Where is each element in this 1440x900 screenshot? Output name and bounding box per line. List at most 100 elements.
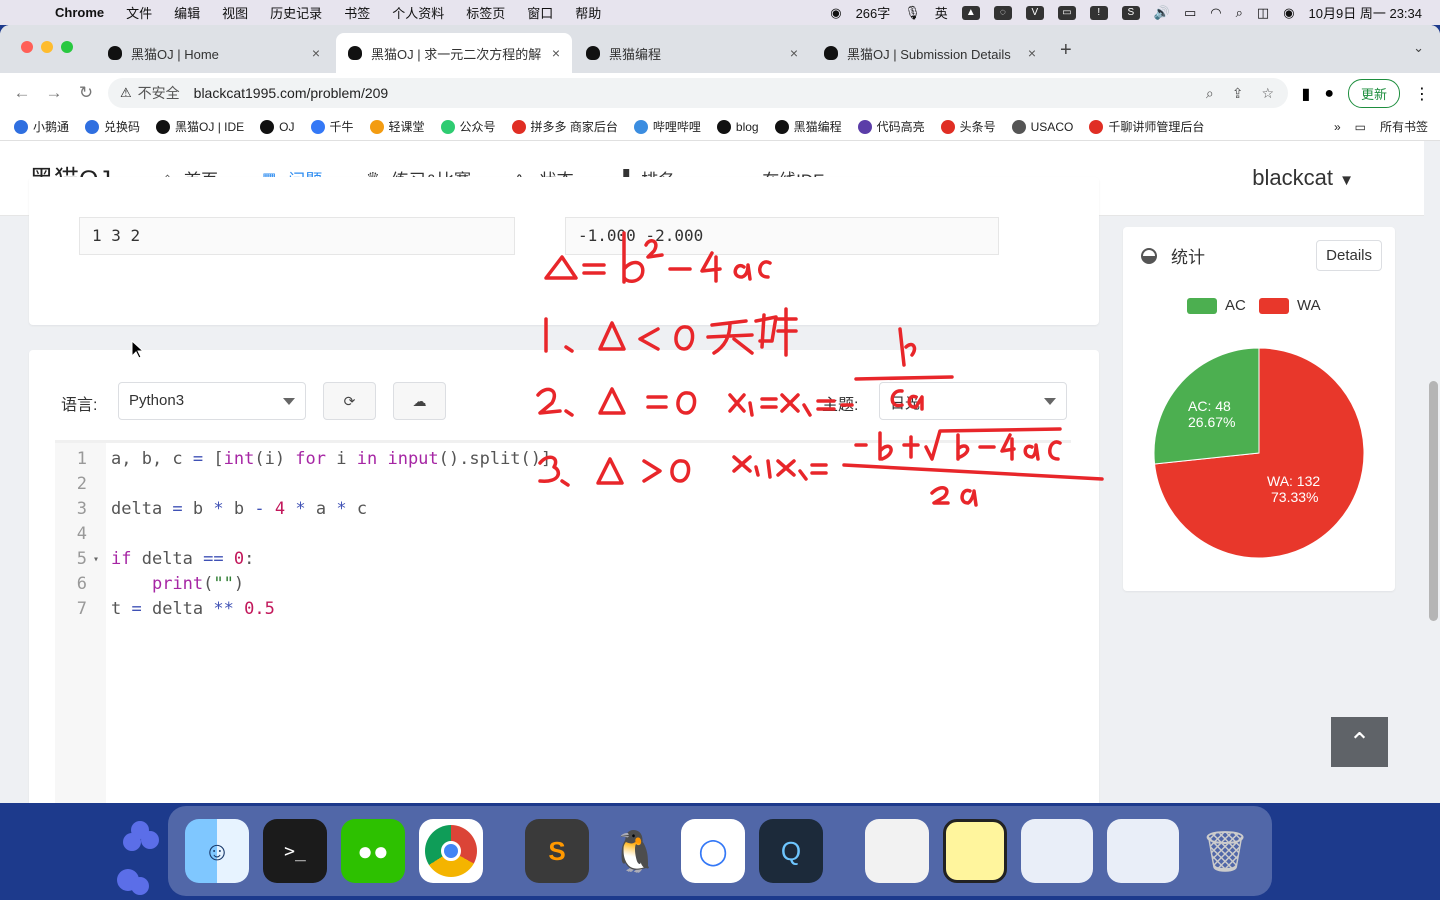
upload-button[interactable]: ☁	[393, 382, 446, 420]
code-line[interactable]: 1 a, b, c = [int(i) for i in input().spli…	[55, 447, 1071, 472]
sublime-text-icon[interactable]: S	[525, 819, 589, 883]
trash-icon[interactable]: 🗑	[1193, 819, 1257, 883]
bookmark-item[interactable]: 头条号	[940, 118, 996, 135]
security-label[interactable]: 不安全	[138, 83, 180, 103]
bookmark-item[interactable]: 黑猫编程	[774, 118, 842, 135]
bookmark-item[interactable]: 千牛	[310, 118, 354, 135]
input-method[interactable]: 英	[935, 3, 948, 22]
bookmark-item[interactable]: USACO	[1011, 119, 1073, 134]
terminal-icon[interactable]: >_	[263, 819, 327, 883]
code-line[interactable]: 5 ▾ if delta == 0:	[55, 547, 1071, 572]
zoom-icon[interactable]: ⌕	[1206, 85, 1214, 102]
user-menu[interactable]: blackcat ▼	[1252, 165, 1354, 191]
record-icon[interactable]: ◉	[830, 5, 841, 21]
reload-icon[interactable]: ↻	[70, 83, 102, 103]
address-bar[interactable]: ⚠ 不安全 blackcat1995.com/problem/209 ⌕ ⇪ ☆	[108, 78, 1288, 108]
reset-code-button[interactable]: ⟳	[323, 382, 376, 420]
menu-bookmarks[interactable]: 书签	[333, 3, 381, 22]
more-bookmarks-button[interactable]: »	[1334, 120, 1341, 134]
legend-wa[interactable]: WA	[1259, 297, 1321, 314]
wifi-icon[interactable]: ◠	[1210, 5, 1221, 21]
language-select[interactable]: Python3	[118, 382, 306, 420]
clock[interactable]: 10月9日 周一 23:34	[1309, 3, 1422, 22]
close-icon[interactable]: ×	[312, 45, 320, 61]
chevron-down-icon[interactable]: ⌄	[1413, 40, 1424, 56]
theme-select[interactable]: 日光	[879, 382, 1067, 420]
code-line[interactable]: 3 delta = b * b - 4 * a * c	[55, 497, 1071, 522]
bookmark-item[interactable]: 千聊讲师管理后台	[1089, 118, 1204, 135]
code-line[interactable]: 6 print("")	[55, 572, 1071, 597]
new-tab-button[interactable]: +	[1060, 39, 1072, 62]
bookmark-item[interactable]: 公众号	[440, 118, 496, 135]
legend-ac[interactable]: AC	[1187, 297, 1246, 314]
menu-tabs[interactable]: 标签页	[455, 3, 516, 22]
document-icon[interactable]	[865, 819, 929, 883]
bookmark-item[interactable]: blog	[716, 119, 759, 134]
warning-icon[interactable]: ⚠	[120, 85, 132, 101]
code-editor[interactable]: 1 a, b, c = [int(i) for i in input().spli…	[55, 440, 1071, 803]
menu-profile[interactable]: 个人资料	[381, 3, 455, 22]
stickies-icon[interactable]	[943, 819, 1007, 883]
spotlight-icon[interactable]: ⌕	[1236, 5, 1243, 21]
tencent-meeting-icon[interactable]: ◯	[681, 819, 745, 883]
star-icon[interactable]: ☆	[1261, 85, 1274, 102]
close-icon[interactable]: ×	[790, 45, 798, 61]
screenshot-thumbnail-icon[interactable]	[1021, 819, 1093, 883]
menu-app-name[interactable]: Chrome	[44, 5, 115, 20]
tab-submission-details[interactable]: 黑猫OJ | Submission Details ×	[812, 33, 1048, 73]
tab-problem[interactable]: 黑猫OJ | 求一元二次方程的解 ×	[336, 33, 572, 73]
bookmark-item[interactable]: 小鹅通	[14, 118, 69, 135]
fold-arrow-icon[interactable]: ▾	[93, 547, 99, 572]
more-menu-icon[interactable]: ⋮	[1414, 84, 1430, 104]
bookmark-item[interactable]: 兑换码	[85, 118, 140, 135]
url-text[interactable]: blackcat1995.com/problem/209	[194, 85, 389, 101]
details-button[interactable]: Details	[1316, 240, 1382, 271]
app-status-icon[interactable]: ▲	[961, 5, 980, 20]
close-icon[interactable]: ×	[1028, 45, 1036, 61]
battery-icon[interactable]: ▭	[1184, 5, 1196, 21]
all-bookmarks-link[interactable]: 所有书签	[1380, 118, 1428, 135]
code-line[interactable]: 7 t = delta ** 0.5	[55, 597, 1071, 622]
bookmark-item[interactable]: 拼多多 商家后台	[511, 118, 618, 135]
share-icon[interactable]: ⇪	[1232, 85, 1244, 102]
mic-icon[interactable]: 🎙	[904, 5, 921, 21]
code-line[interactable]: 4	[55, 522, 1071, 547]
back-arrow-icon[interactable]: ←	[6, 83, 38, 103]
tab-home[interactable]: 黑猫OJ | Home ×	[96, 33, 332, 73]
profile-avatar[interactable]: ●	[1324, 85, 1334, 103]
menu-window[interactable]: 窗口	[516, 3, 564, 22]
quicktime-icon[interactable]: Q	[759, 819, 823, 883]
scroll-to-top-button[interactable]: ⌃	[1331, 717, 1388, 767]
menu-help[interactable]: 帮助	[564, 3, 612, 22]
minimize-window-button[interactable]	[41, 41, 53, 53]
bookmark-item[interactable]: 哔哩哔哩	[633, 118, 701, 135]
forward-arrow-icon[interactable]: →	[38, 83, 70, 103]
volume-icon[interactable]: 🔊	[1154, 5, 1170, 21]
code-line[interactable]: 2	[55, 472, 1071, 497]
display-status-icon[interactable]: ▭	[1057, 5, 1076, 20]
bookmark-item[interactable]: OJ	[260, 119, 295, 134]
tab-blackcat-coding[interactable]: 黑猫编程 ×	[574, 33, 810, 73]
bookmark-item[interactable]: 代码高亮	[857, 118, 925, 135]
close-icon[interactable]: ×	[552, 45, 560, 61]
page-scrollbar[interactable]	[1429, 381, 1438, 621]
v-status-icon[interactable]: V	[1025, 5, 1044, 20]
finder-icon[interactable]: ☺	[185, 819, 249, 883]
chat-status-icon[interactable]: ◌	[993, 5, 1012, 20]
zoom-window-button[interactable]	[61, 41, 73, 53]
bookmark-item[interactable]: 黑猫OJ | IDE	[156, 118, 244, 135]
sidepanel-icon[interactable]: ▮	[1302, 84, 1311, 104]
update-button[interactable]: 更新	[1347, 79, 1400, 108]
menu-history[interactable]: 历史记录	[259, 3, 333, 22]
wechat-icon[interactable]: ●●	[341, 819, 405, 883]
menu-view[interactable]: 视图	[211, 3, 259, 22]
menu-file[interactable]: 文件	[115, 3, 163, 22]
close-window-button[interactable]	[21, 41, 33, 53]
bookmark-item[interactable]: 轻课堂	[369, 118, 425, 135]
screenshot-thumbnail-icon[interactable]	[1107, 819, 1179, 883]
s-status-icon[interactable]: S	[1121, 5, 1140, 20]
qq-icon[interactable]: 🐧	[603, 819, 667, 883]
control-center-icon[interactable]: ◫	[1257, 5, 1269, 21]
menu-edit[interactable]: 编辑	[163, 3, 211, 22]
alert-status-icon[interactable]: !	[1089, 5, 1108, 20]
